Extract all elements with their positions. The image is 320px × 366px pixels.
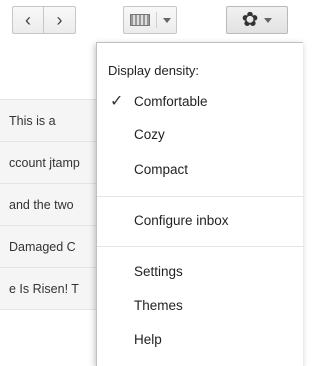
display-density-heading: Display density: — [108, 63, 200, 78]
menu-item-settings[interactable]: Settings — [97, 257, 304, 285]
menu-item-label: Help — [134, 331, 162, 347]
button-separator — [155, 12, 157, 28]
email-row[interactable]: and the two — [0, 184, 110, 226]
email-snippet: e Is Risen! T — [9, 281, 79, 296]
older-button[interactable]: › — [44, 6, 76, 34]
menu-item-comfortable[interactable]: ✓ Comfortable — [97, 87, 304, 115]
chevron-down-icon — [162, 17, 171, 23]
menu-item-label: Comfortable — [134, 93, 208, 109]
settings-button[interactable]: ✿ — [226, 6, 288, 34]
menu-item-cozy[interactable]: Cozy — [97, 120, 304, 148]
checkmark-icon: ✓ — [110, 93, 124, 110]
email-snippet: ccount jtamp — [9, 155, 80, 170]
email-row[interactable]: e Is Risen! T — [0, 268, 110, 310]
menu-item-compact[interactable]: Compact — [97, 155, 304, 183]
menu-divider — [97, 246, 304, 247]
menu-item-label: Cozy — [134, 126, 165, 142]
email-row[interactable]: ccount jtamp — [0, 142, 110, 184]
menu-item-themes[interactable]: Themes — [97, 291, 304, 319]
email-snippet: and the two — [9, 197, 74, 212]
email-snippet: This is a — [9, 113, 56, 128]
gear-icon: ✿ — [241, 9, 259, 31]
email-row[interactable]: This is a — [0, 100, 110, 142]
settings-menu: Display density: ✓ Comfortable Cozy Comp… — [96, 42, 304, 366]
keyboard-icon — [129, 14, 150, 26]
input-tools-button[interactable] — [123, 6, 177, 34]
chevron-right-icon: › — [56, 10, 63, 30]
menu-item-label: Settings — [134, 263, 183, 279]
menu-item-label: Compact — [134, 161, 189, 177]
list-header-area — [0, 40, 110, 100]
menu-item-label: Configure inbox — [134, 212, 229, 228]
email-row[interactable]: Damaged C — [0, 226, 110, 268]
menu-divider — [97, 196, 304, 197]
chevron-down-icon — [264, 17, 273, 23]
email-list: This is a ccount jtamp and the two Damag… — [0, 40, 110, 366]
menu-item-configure-inbox[interactable]: Configure inbox — [97, 206, 304, 234]
newer-button[interactable]: ‹ — [12, 6, 44, 34]
toolbar: ‹ › ✿ — [0, 0, 303, 40]
menu-item-help[interactable]: Help — [97, 325, 304, 353]
menu-item-label: Themes — [134, 297, 183, 313]
chevron-left-icon: ‹ — [25, 10, 31, 30]
email-snippet: Damaged C — [9, 239, 76, 254]
